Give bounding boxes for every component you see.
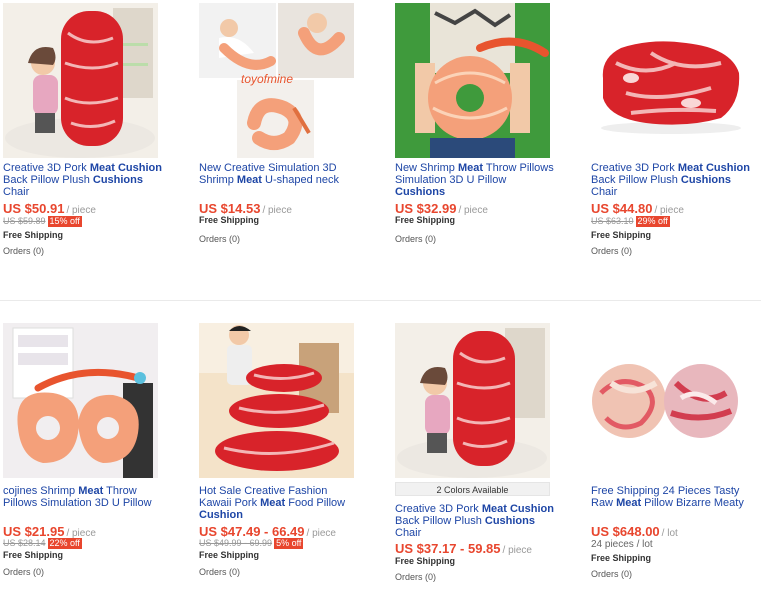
meat-pillow-image	[591, 3, 746, 158]
orders-count: Orders (0)	[395, 234, 437, 244]
original-price: US $59.89	[3, 216, 46, 226]
shrimp-cushion-image	[395, 3, 550, 158]
price-unit: / piece	[502, 545, 532, 556]
free-shipping-label: Free Shipping	[591, 230, 652, 240]
product-image[interactable]	[199, 323, 354, 478]
price-unit: / piece	[66, 205, 96, 216]
free-shipping-label: Free Shipping	[199, 215, 260, 225]
product-image[interactable]: toyofmine	[199, 3, 354, 158]
orders-count: Orders (0)	[3, 246, 45, 256]
discount-badge: 15% off	[47, 216, 82, 227]
product-title[interactable]: cojines Shrimp Meat Throw Pillows Simula…	[3, 485, 163, 509]
original-price: US $63.10	[591, 216, 634, 226]
original-price-line: US $28.14 22% off	[3, 538, 82, 549]
orders-count: Orders (0)	[591, 246, 633, 256]
product-title[interactable]: Creative 3D Pork Meat Cushion Back Pillo…	[3, 162, 163, 198]
stacked-meat-pillows-image	[199, 323, 354, 478]
original-price-line: US $49.99 - 69.99 5% off	[199, 538, 304, 549]
free-shipping-label: Free Shipping	[3, 230, 64, 240]
free-shipping-label: Free Shipping	[395, 556, 456, 566]
product-image[interactable]	[591, 3, 746, 158]
orders-count: Orders (0)	[3, 567, 45, 577]
product-image[interactable]	[591, 323, 746, 478]
meat-cushion-image	[395, 323, 550, 478]
price-unit: / piece	[654, 205, 684, 216]
price: US $37.17 - 59.85	[395, 541, 501, 556]
price: US $14.53	[199, 201, 261, 216]
meat-cushion-image	[3, 3, 158, 158]
discount-badge: 5% off	[274, 538, 304, 549]
price: US $648.00	[591, 524, 660, 539]
price-unit: / piece	[262, 205, 292, 216]
price-unit: / lot	[661, 528, 678, 539]
orders-count: Orders (0)	[199, 567, 241, 577]
product-title[interactable]: New Creative Simulation 3D Shrimp Meat U…	[199, 162, 359, 186]
price: US $21.95	[3, 524, 65, 539]
price: US $32.99	[395, 201, 457, 216]
raw-meat-pillows-image	[591, 323, 746, 478]
product-title[interactable]: Creative 3D Pork Meat Cushion Back Pillo…	[591, 162, 751, 198]
price: US $44.80	[591, 201, 653, 216]
price-unit: / piece	[306, 528, 336, 539]
discount-badge: 29% off	[635, 216, 670, 227]
product-title[interactable]: Hot Sale Creative Fashion Kawaii Pork Me…	[199, 485, 359, 521]
orders-count: Orders (0)	[395, 572, 437, 582]
discount-badge: 22% off	[47, 538, 82, 549]
row-divider	[0, 300, 761, 301]
price: US $47.49 - 66.49	[199, 524, 305, 539]
lot-size: 24 pieces / lot	[591, 539, 653, 550]
product-image[interactable]	[395, 3, 550, 158]
product-image[interactable]	[3, 323, 158, 478]
shrimp-throw-pillow-image	[3, 323, 158, 478]
colors-available-label[interactable]: 2 Colors Available	[395, 482, 550, 496]
free-shipping-label: Free Shipping	[199, 550, 260, 560]
original-price: US $49.99 - 69.99	[199, 538, 273, 548]
free-shipping-label: Free Shipping	[3, 550, 64, 560]
price: US $50.91	[3, 201, 65, 216]
product-image[interactable]	[3, 3, 158, 158]
original-price: US $28.14	[3, 538, 46, 548]
product-title[interactable]: Free Shipping 24 Pieces Tasty Raw Meat P…	[591, 485, 751, 509]
product-title[interactable]: Creative 3D Pork Meat Cushion Back Pillo…	[395, 503, 555, 539]
free-shipping-label: Free Shipping	[395, 215, 456, 225]
free-shipping-label: Free Shipping	[591, 553, 652, 563]
price-unit: / piece	[458, 205, 488, 216]
original-price-line: US $59.89 15% off	[3, 216, 82, 227]
product-image[interactable]	[395, 323, 550, 478]
watermark-text: toyofmine	[241, 72, 293, 86]
orders-count: Orders (0)	[199, 234, 241, 244]
shrimp-pillow-image: toyofmine	[199, 3, 354, 158]
orders-count: Orders (0)	[591, 569, 633, 579]
original-price-line: US $63.10 29% off	[591, 216, 670, 227]
product-title[interactable]: New Shrimp Meat Throw Pillows Simulation…	[395, 162, 555, 198]
